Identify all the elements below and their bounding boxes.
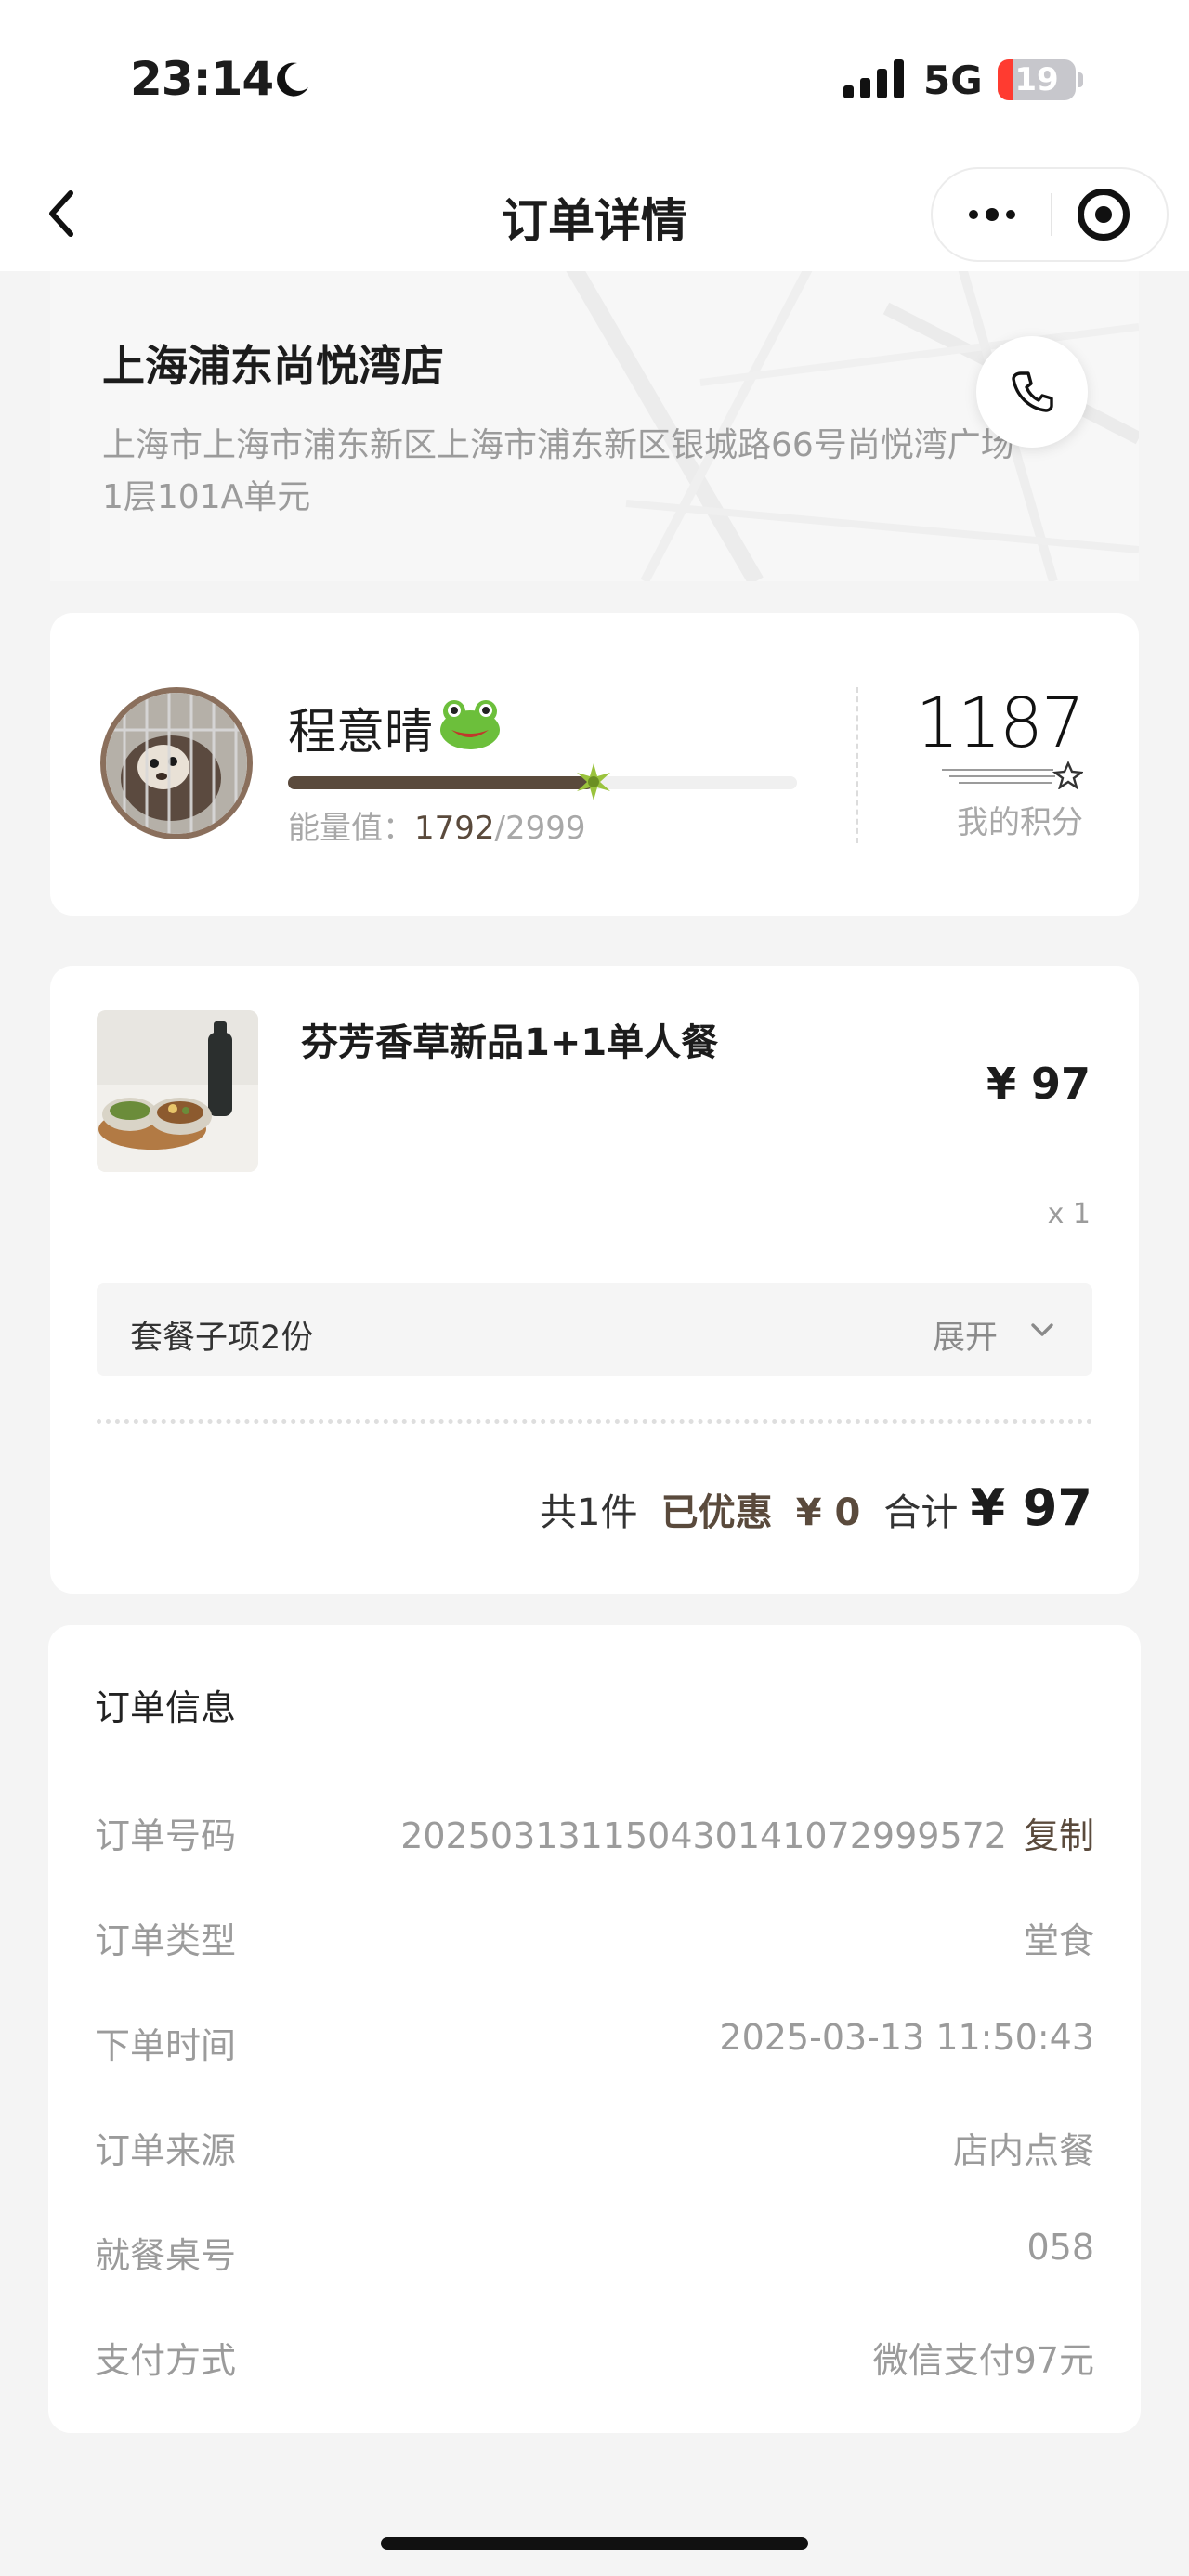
info-row-order-number: 订单号码 202503131150430141072999572 复制 xyxy=(95,1800,1094,1858)
info-row-order-time: 下单时间 2025-03-13 11:50:43 xyxy=(95,2010,1094,2066)
combo-label: 套餐子项2份 xyxy=(130,1320,314,1357)
points-value[interactable]: 1187 xyxy=(886,683,1085,763)
member-name: 程意晴 xyxy=(288,705,434,761)
discount-label: 已优惠 xyxy=(660,1491,773,1534)
total-label: 合计 xyxy=(883,1491,959,1534)
more-dots-icon[interactable] xyxy=(933,169,1052,260)
energy-progress-bar xyxy=(288,776,797,789)
info-value: 058 xyxy=(1026,2227,1094,2268)
info-value: 堂食 xyxy=(1023,1920,1094,1961)
avatar[interactable] xyxy=(100,687,253,839)
status-time: 23:14 xyxy=(130,52,274,106)
expand-button[interactable]: 展开 xyxy=(933,1311,998,1359)
energy-label: 能量值： xyxy=(288,810,414,847)
nav-bar: 订单详情 xyxy=(0,158,1189,271)
call-button[interactable] xyxy=(976,336,1088,448)
order-number: 202503131150430141072999572 xyxy=(400,1815,1007,1856)
dish-quantity: x 1 xyxy=(1047,1198,1091,1230)
points-label: 我的积分 xyxy=(957,804,1083,841)
info-value: 微信支付97元 xyxy=(872,2340,1094,2381)
order-info-card: 订单信息 订单号码 202503131150430141072999572 复制 … xyxy=(48,1625,1141,2433)
energy-value: 能量值：1792/2999 xyxy=(288,802,586,848)
dish-price: ¥ 97 xyxy=(986,1059,1091,1109)
order-items-card: 芬芳香草新品1+1单人餐 ¥ 97 x 1 套餐子项2份 展开 共1件 已优惠 … xyxy=(50,966,1139,1594)
store-address: 上海市上海市浦东新区上海市浦东新区银城路66号尚悦湾广场1层101A单元 xyxy=(102,426,1014,516)
member-divider xyxy=(856,687,858,843)
dish-image xyxy=(97,1010,258,1172)
info-row-table-number: 就餐桌号 058 xyxy=(95,2219,1094,2276)
home-indicator xyxy=(381,2537,808,2550)
target-circle-icon[interactable] xyxy=(1078,189,1130,241)
discount-value: ¥ 0 xyxy=(795,1491,861,1534)
capsule-divider xyxy=(1051,193,1052,236)
info-value: 202503131150430141072999572 复制 xyxy=(400,1807,1094,1858)
item-count: 共1件 xyxy=(540,1491,638,1534)
sparkle-icon xyxy=(576,763,610,800)
info-label: 订单来源 xyxy=(95,2130,237,2171)
info-label: 下单时间 xyxy=(95,2025,237,2066)
phone-icon xyxy=(1012,371,1053,412)
info-label: 订单号码 xyxy=(95,1815,237,1856)
chevron-down-icon[interactable] xyxy=(1027,1315,1057,1345)
member-card: 程意晴 能量值：1792/2999 1187 我的积分 xyxy=(50,613,1139,916)
energy-current: 1792 xyxy=(414,810,495,847)
energy-separator: / xyxy=(494,810,505,847)
moon-icon xyxy=(277,62,308,97)
star-badge-icon xyxy=(942,761,1083,789)
dotted-divider xyxy=(97,1419,1092,1424)
info-value: 店内点餐 xyxy=(952,2130,1094,2171)
store-card: 上海浦东尚悦湾店 上海市上海市浦东新区上海市浦东新区银城路66号尚悦湾广场1层1… xyxy=(50,271,1139,581)
battery-icon: 19 xyxy=(998,59,1083,100)
signal-icon xyxy=(843,59,904,98)
copy-button[interactable]: 复制 xyxy=(1024,1815,1094,1856)
status-bar: 23:14 5G 19 xyxy=(0,0,1189,158)
order-summary: 共1件 已优惠 ¥ 0 合计 ¥ 97 xyxy=(97,1478,1092,1537)
info-label: 订单类型 xyxy=(95,1920,237,1961)
total-value: ¥ 97 xyxy=(970,1478,1092,1537)
info-row-order-type: 订单类型 堂食 xyxy=(95,1905,1094,1961)
info-label: 支付方式 xyxy=(95,2340,237,2381)
energy-progress-fill xyxy=(288,776,594,789)
energy-max: 2999 xyxy=(505,810,586,847)
battery-level: 19 xyxy=(1014,61,1059,98)
store-name: 上海浦东尚悦湾店 xyxy=(102,341,444,391)
info-row-payment-method: 支付方式 微信支付97元 xyxy=(95,2324,1094,2381)
network-type: 5G xyxy=(923,58,983,103)
dish-name: 芬芳香草新品1+1单人餐 xyxy=(301,1021,719,1064)
info-label: 就餐桌号 xyxy=(95,2235,237,2276)
frog-icon xyxy=(440,700,500,749)
combo-subitems-row[interactable]: 套餐子项2份 展开 xyxy=(97,1283,1092,1376)
order-info-title: 订单信息 xyxy=(95,1687,237,1728)
info-row-order-source: 订单来源 店内点餐 xyxy=(95,2114,1094,2171)
mini-program-capsule xyxy=(931,167,1169,262)
info-value: 2025-03-13 11:50:43 xyxy=(719,2017,1094,2058)
